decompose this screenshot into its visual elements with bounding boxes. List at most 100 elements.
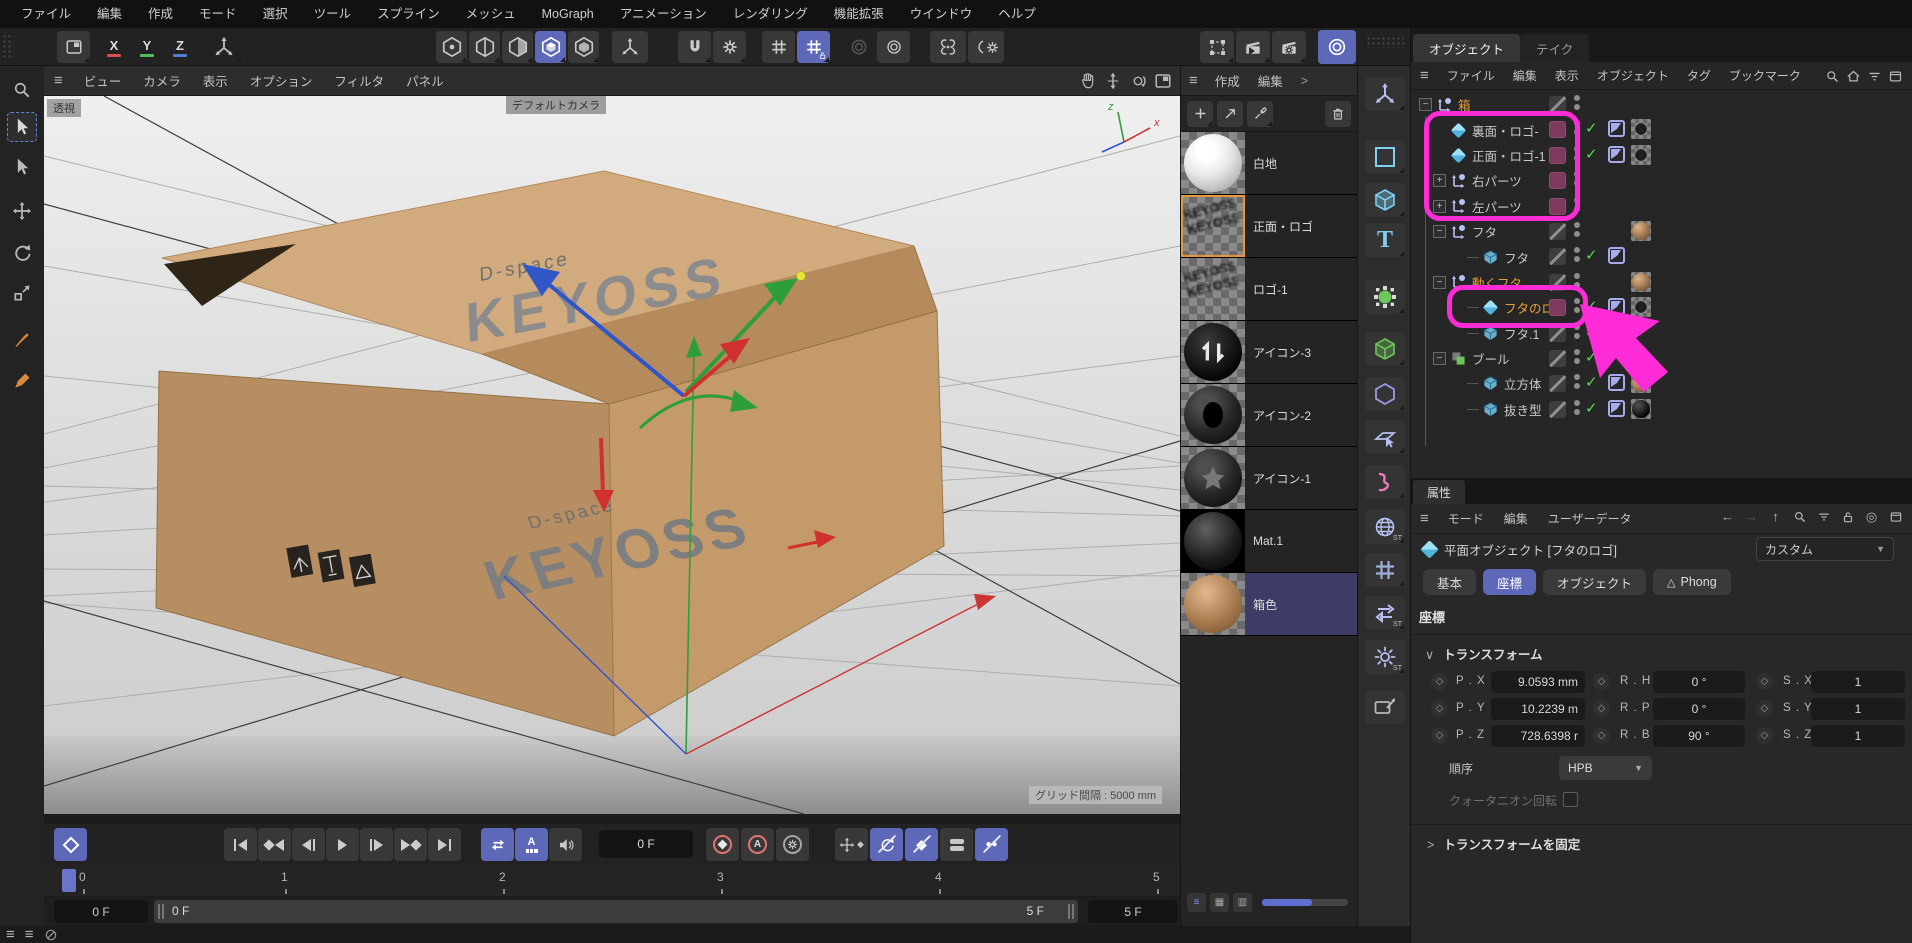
zoom-icon[interactable]: [1102, 70, 1124, 92]
axis-mode-button[interactable]: [612, 31, 648, 63]
range-start-field[interactable]: 0 F: [54, 900, 148, 923]
preset-dropdown[interactable]: カスタム▼: [1756, 537, 1894, 561]
record-keyframe-button[interactable]: [706, 828, 739, 861]
material-grid-small-button[interactable]: ▦: [1210, 893, 1229, 912]
grid-array-icon[interactable]: [1365, 553, 1405, 587]
texture-tag-icon[interactable]: [1631, 272, 1651, 292]
grid-lock-button[interactable]: [797, 31, 830, 63]
tree-row[interactable]: フタのロゴ✓: [1411, 295, 1912, 320]
om-filter-icon[interactable]: [1866, 68, 1883, 85]
phong-tag-icon[interactable]: [1608, 146, 1625, 163]
eyedropper-button[interactable]: [1247, 101, 1273, 127]
coords-tool-icon[interactable]: [1365, 77, 1405, 111]
tree-row[interactable]: フタ✓: [1411, 244, 1912, 269]
object-name[interactable]: 右パーツ: [1472, 171, 1522, 190]
object-manager-menu-icon[interactable]: ≡: [1420, 68, 1429, 83]
expand-toggle-icon[interactable]: +: [1433, 174, 1446, 187]
panel-grip[interactable]: [1366, 36, 1404, 48]
visibility-dots-icon[interactable]: [1574, 298, 1580, 313]
hex-polygons-mode-button[interactable]: [502, 31, 533, 63]
attr-menu-0[interactable]: モード: [1438, 510, 1494, 527]
plane-tool-icon[interactable]: [1365, 420, 1405, 454]
enabled-check-icon[interactable]: ✓: [1585, 119, 1598, 137]
material-row[interactable]: KEYOSSKEYOSS正面・ロゴ: [1181, 195, 1357, 258]
keyframe-settings-button[interactable]: [776, 828, 809, 861]
visibility-dots-icon[interactable]: [1574, 273, 1580, 288]
layer-edit-icon[interactable]: [1549, 96, 1566, 113]
array-object-icon[interactable]: [1365, 332, 1405, 366]
material-size-slider[interactable]: [1262, 899, 1348, 906]
material-row[interactable]: 箱色: [1181, 573, 1357, 636]
menu-item-13[interactable]: ヘルプ: [985, 0, 1049, 28]
add-material-button[interactable]: [1187, 101, 1213, 127]
material-row[interactable]: アイコン-3: [1181, 321, 1357, 384]
enabled-check-icon[interactable]: ✓: [1585, 323, 1598, 341]
hex-edges-mode-button[interactable]: [469, 31, 500, 63]
visibility-dots-icon[interactable]: [1574, 374, 1580, 389]
material-list-view-button[interactable]: ≡: [1187, 893, 1206, 912]
om-search-icon[interactable]: [1824, 68, 1841, 85]
scale-tool-icon[interactable]: [7, 278, 37, 308]
material-grid-large-button[interactable]: ▥: [1233, 893, 1252, 912]
object-name[interactable]: 正面・ロゴ-1: [1472, 146, 1546, 165]
tree-row[interactable]: +左パーツ: [1411, 194, 1912, 219]
menu-item-9[interactable]: アニメーション: [607, 0, 720, 28]
view-mode-label[interactable]: 透視: [47, 99, 81, 117]
material-name[interactable]: アイコン-2: [1245, 384, 1357, 446]
object-name[interactable]: 抜き型: [1504, 400, 1542, 419]
axis-lock-button[interactable]: [206, 31, 242, 63]
material-thumbnail[interactable]: [1181, 510, 1245, 572]
paren-gear-button[interactable]: [968, 31, 1004, 63]
object-name[interactable]: 動くフタ: [1472, 273, 1522, 292]
tree-row[interactable]: 抜き型✓: [1411, 397, 1912, 422]
freeze-transform-header[interactable]: >トランスフォームを固定: [1411, 824, 1912, 853]
attr-menu-icon[interactable]: ≡: [1420, 511, 1429, 526]
expand-toggle-icon[interactable]: −: [1433, 276, 1446, 289]
menu-item-2[interactable]: 作成: [135, 0, 186, 28]
expand-toggle-icon[interactable]: −: [1419, 98, 1432, 111]
keyframe-dot-icon[interactable]: ◇: [1431, 727, 1448, 744]
hex-volume-mode-button[interactable]: [535, 31, 566, 63]
camera-label[interactable]: デフォルトカメラ: [506, 96, 606, 114]
expand-toggle-icon[interactable]: +: [1433, 200, 1446, 213]
rotation-input[interactable]: 0 °: [1653, 671, 1745, 693]
material-row[interactable]: Mat.1: [1181, 510, 1357, 573]
pen-tool-icon[interactable]: [7, 366, 37, 396]
om-menu-0[interactable]: ファイル: [1438, 67, 1504, 84]
attr-search-icon[interactable]: [1791, 508, 1808, 525]
material-name[interactable]: 白地: [1245, 132, 1357, 194]
enabled-check-icon[interactable]: ✓: [1585, 348, 1598, 366]
material-menu-more[interactable]: >: [1292, 74, 1317, 88]
material-thumbnail[interactable]: [1181, 384, 1245, 446]
phong-tag-icon[interactable]: [1608, 247, 1625, 264]
layer-color-chip[interactable]: [1549, 299, 1566, 316]
layer-edit-icon[interactable]: [1549, 401, 1566, 418]
menu-item-6[interactable]: スプライン: [364, 0, 453, 28]
select-tool-icon[interactable]: [7, 112, 37, 142]
material-thumbnail[interactable]: KEYOSSKEYOSS: [1181, 258, 1245, 320]
om-home-icon[interactable]: [1845, 68, 1862, 85]
render-region-button[interactable]: [1200, 31, 1234, 63]
record-pla-toggle[interactable]: ●●: [975, 828, 1008, 861]
render-view-button[interactable]: [1236, 31, 1270, 63]
object-name[interactable]: フタ: [1472, 222, 1497, 241]
layer-color-chip[interactable]: [1549, 172, 1566, 189]
material-name[interactable]: ロゴ-1: [1245, 258, 1357, 320]
axis-y-button[interactable]: Y: [133, 31, 161, 63]
render-settings-button[interactable]: [1272, 31, 1306, 63]
brush-tool-icon[interactable]: [7, 325, 37, 355]
scale-input[interactable]: 1: [1811, 698, 1905, 720]
menu-item-3[interactable]: モード: [186, 0, 250, 28]
enabled-check-icon[interactable]: ✓: [1585, 145, 1598, 163]
viewport-menu-icon[interactable]: ≡: [54, 73, 63, 88]
current-frame-field[interactable]: 0 F: [599, 830, 693, 858]
record-params-toggle[interactable]: [940, 828, 973, 861]
timeline-ruler[interactable]: 012345: [44, 866, 1180, 896]
material-thumbnail[interactable]: KEYOSSKEYOSS: [1181, 195, 1245, 257]
layer-edit-icon[interactable]: [1549, 350, 1566, 367]
viewport-canvas[interactable]: D-space KEYOSS D-space KEYOSS: [44, 96, 1180, 814]
quaternion-checkbox[interactable]: [1563, 792, 1578, 807]
tree-row[interactable]: −フタ: [1411, 219, 1912, 244]
text-object-icon[interactable]: T: [1365, 223, 1405, 257]
autokey-button[interactable]: A: [515, 828, 548, 861]
